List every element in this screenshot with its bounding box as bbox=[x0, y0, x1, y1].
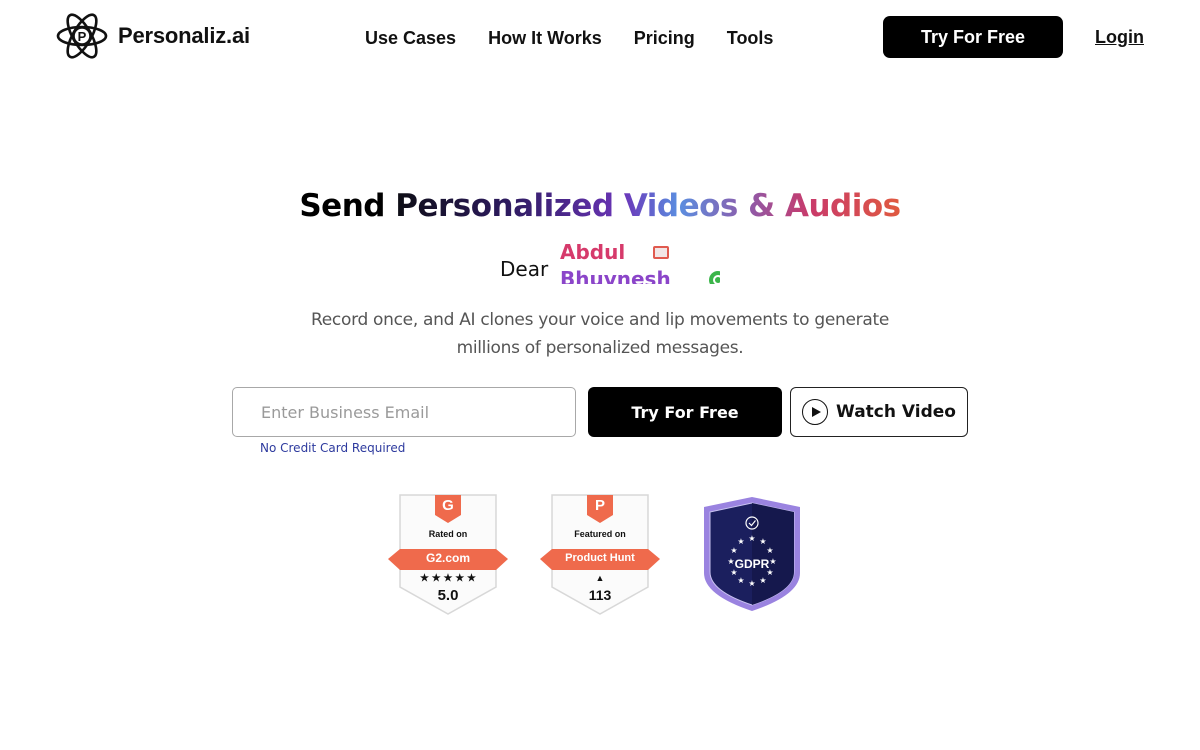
gdpr-shield-icon: ★ ★★ ★★★ ★★★ ★★★ bbox=[704, 497, 800, 611]
g2-logo: G bbox=[442, 497, 454, 514]
watch-video-label: Watch Video bbox=[836, 402, 956, 422]
product-hunt-logo: P bbox=[594, 497, 605, 514]
headline-gradient: Personalized Videos & Audios bbox=[395, 188, 901, 224]
dear-label: Dear bbox=[500, 257, 549, 281]
name-item: Abdul bbox=[560, 244, 720, 266]
svg-text:★: ★ bbox=[737, 576, 744, 585]
hero-subtext: Record once, and AI clones your voice an… bbox=[311, 310, 889, 358]
menu-pricing[interactable]: Pricing bbox=[634, 28, 695, 49]
name-text: Abdul bbox=[560, 244, 626, 264]
svg-text:★: ★ bbox=[759, 576, 766, 585]
menu-tools[interactable]: Tools bbox=[727, 28, 774, 49]
atom-logo-icon: P bbox=[56, 13, 108, 59]
gmail-icon bbox=[653, 246, 670, 259]
names-ticker: Abdul Bhuvnesh bbox=[560, 244, 720, 284]
upvote-arrow-icon: ▲ bbox=[595, 573, 605, 583]
svg-text:P: P bbox=[78, 29, 87, 44]
whatsapp-icon bbox=[708, 270, 720, 284]
g2-score: 5.0 bbox=[437, 587, 459, 604]
product-hunt-badge[interactable]: P Featured on Product Hunt ▲ 113 bbox=[539, 493, 661, 617]
login-link[interactable]: Login bbox=[1095, 27, 1144, 48]
product-hunt-ribbon-text: Product Hunt bbox=[565, 552, 635, 564]
menu-use-cases[interactable]: Use Cases bbox=[365, 28, 456, 49]
svg-text:★: ★ bbox=[748, 579, 755, 588]
gdpr-badge[interactable]: ★ ★ ★ ★ ★ ★ ★ ★ ★ ★ ★ ★ GDPR bbox=[702, 495, 802, 613]
hero-try-for-free-button[interactable]: Try For Free bbox=[588, 387, 782, 437]
name-text: Bhuvnesh bbox=[560, 267, 671, 284]
gdpr-label: GDPR bbox=[734, 557, 770, 571]
product-hunt-score: 113 bbox=[588, 587, 612, 603]
g2-ribbon-text: G2.com bbox=[425, 551, 470, 565]
no-credit-card-note: No Credit Card Required bbox=[260, 441, 406, 455]
headline-plain: Send bbox=[299, 188, 396, 224]
main-menu: Use Cases How It Works Pricing Tools bbox=[365, 28, 773, 49]
name-item: Bhuvnesh bbox=[560, 266, 720, 284]
svg-text:★: ★ bbox=[730, 546, 737, 555]
g2-stars: ★ ★ ★ ★ ★ bbox=[420, 573, 476, 584]
watch-video-button[interactable]: Watch Video bbox=[790, 387, 968, 437]
brand-logo-link[interactable]: P Personaliz.ai bbox=[56, 8, 250, 64]
svg-text:★: ★ bbox=[766, 546, 773, 555]
rotating-names: Dear Abdul Bhuvnesh bbox=[500, 244, 720, 284]
product-hunt-featured-on: Featured on bbox=[574, 529, 626, 539]
hero-headline: Send Personalized Videos & Audios bbox=[0, 188, 1200, 224]
nav-try-for-free-button[interactable]: Try For Free bbox=[883, 16, 1063, 58]
brand-name: Personaliz.ai bbox=[118, 23, 250, 48]
g2-badge[interactable]: G Rated on G2.com ★ ★ ★ ★ ★ 5.0 bbox=[387, 493, 509, 617]
business-email-input[interactable] bbox=[232, 387, 576, 437]
menu-how-it-works[interactable]: How It Works bbox=[488, 28, 602, 49]
play-icon bbox=[802, 399, 829, 425]
g2-rated-on: Rated on bbox=[428, 529, 468, 539]
svg-text:★: ★ bbox=[748, 534, 755, 543]
svg-text:★: ★ bbox=[737, 537, 744, 546]
svg-text:★: ★ bbox=[759, 537, 766, 546]
top-nav: P Personaliz.ai Use Cases How It Works P… bbox=[0, 0, 1200, 75]
